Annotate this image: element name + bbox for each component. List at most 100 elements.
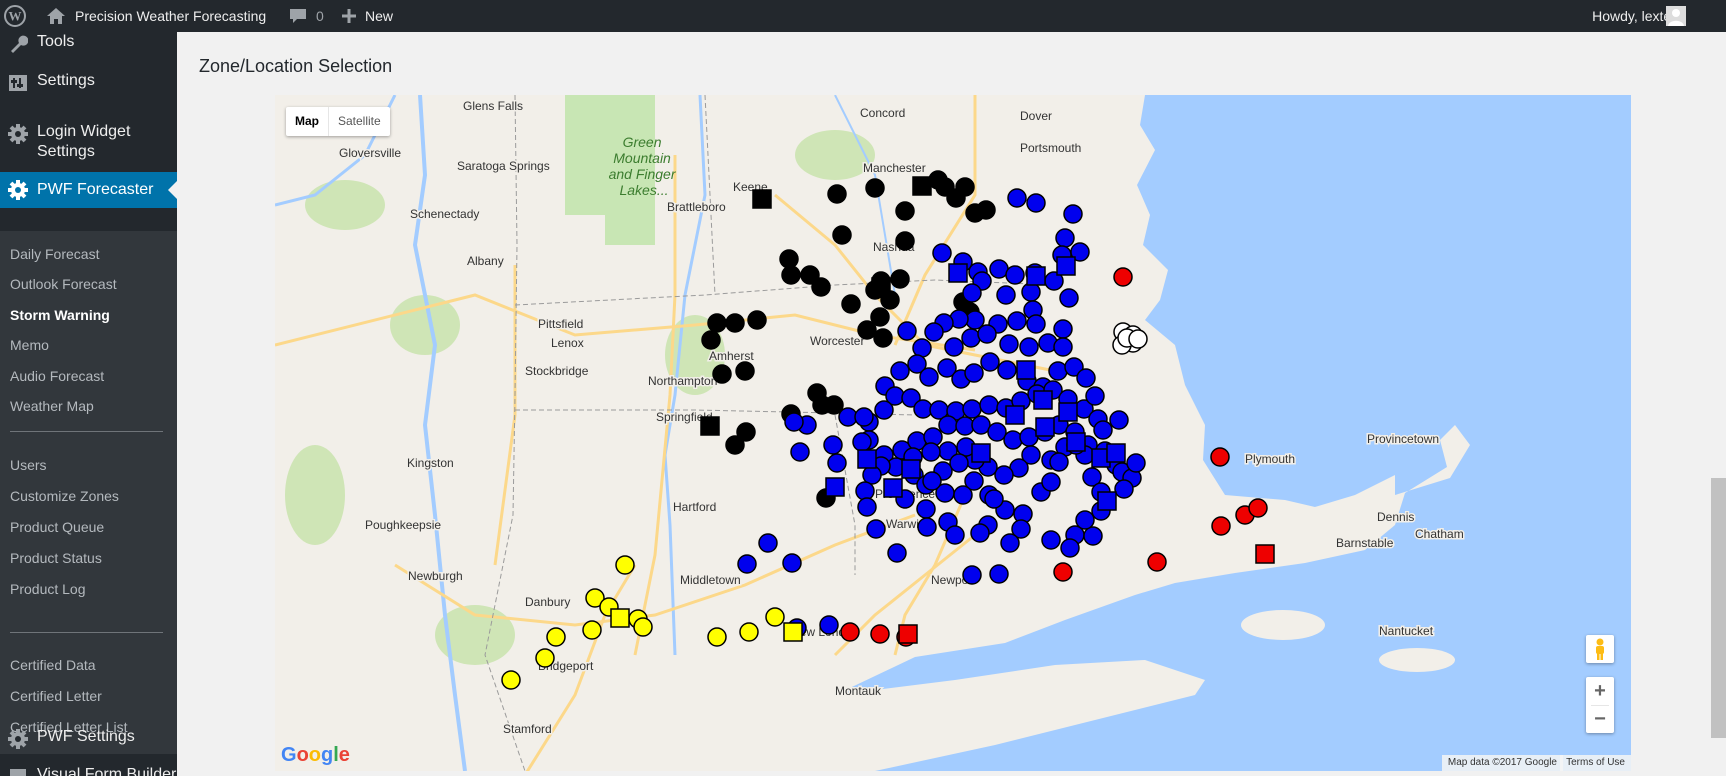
zoom-out-button[interactable]: − — [1594, 706, 1606, 733]
blue-zone-marker[interactable] — [984, 489, 1004, 509]
black-zone-marker[interactable] — [912, 176, 932, 196]
submenu-daily-forecast[interactable]: Daily Forecast — [10, 245, 99, 263]
red-zone-marker[interactable] — [898, 624, 918, 644]
black-zone-marker[interactable] — [873, 328, 893, 348]
map-type-map-button[interactable]: Map — [286, 107, 328, 136]
black-zone-marker[interactable] — [712, 364, 732, 384]
black-zone-marker[interactable] — [707, 313, 727, 333]
blue-zone-marker[interactable] — [980, 352, 1000, 372]
black-zone-marker[interactable] — [946, 188, 966, 208]
blue-zone-marker[interactable] — [989, 564, 1009, 584]
red-zone-marker[interactable] — [1255, 544, 1275, 564]
menu-login-widget[interactable]: Login Widget Settings — [0, 122, 177, 166]
blue-zone-marker[interactable] — [999, 334, 1019, 354]
red-zone-marker[interactable] — [840, 622, 860, 642]
black-zone-marker[interactable] — [701, 330, 721, 350]
blue-zone-marker[interactable] — [1041, 530, 1061, 550]
blue-zone-marker[interactable] — [825, 477, 845, 497]
blue-zone-marker[interactable] — [1059, 288, 1079, 308]
black-zone-marker[interactable] — [700, 416, 720, 436]
yellow-zone-marker[interactable] — [783, 622, 803, 642]
blue-zone-marker[interactable] — [1035, 417, 1055, 437]
blue-zone-marker[interactable] — [857, 449, 877, 469]
blue-zone-marker[interactable] — [1033, 390, 1053, 410]
black-zone-marker[interactable] — [827, 184, 847, 204]
blue-zone-marker[interactable] — [944, 337, 964, 357]
blue-zone-marker[interactable] — [964, 363, 984, 383]
blue-zone-marker[interactable] — [1109, 410, 1129, 430]
blue-zone-marker[interactable] — [1058, 402, 1078, 422]
black-zone-marker[interactable] — [747, 310, 767, 330]
blue-zone-marker[interactable] — [887, 543, 907, 563]
blue-zone-marker[interactable] — [827, 453, 847, 473]
black-zone-marker[interactable] — [811, 277, 831, 297]
blue-zone-marker[interactable] — [997, 360, 1017, 380]
blue-zone-marker[interactable] — [901, 459, 921, 479]
blue-zone-marker[interactable] — [1083, 526, 1103, 546]
red-zone-marker[interactable] — [1147, 552, 1167, 572]
zone-map[interactable]: Glens Falls Concord Dover Portsmouth Man… — [275, 95, 1631, 771]
yellow-zone-marker[interactable] — [582, 620, 602, 640]
blue-zone-marker[interactable] — [758, 533, 778, 553]
submenu-audio-forecast[interactable]: Audio Forecast — [10, 367, 104, 385]
blue-zone-marker[interactable] — [1003, 430, 1023, 450]
blue-zone-marker[interactable] — [1053, 337, 1073, 357]
blue-zone-marker[interactable] — [961, 328, 981, 348]
black-zone-marker[interactable] — [725, 313, 745, 333]
black-zone-marker[interactable] — [865, 178, 885, 198]
blue-zone-marker[interactable] — [1060, 538, 1080, 558]
blue-zone-marker[interactable] — [953, 485, 973, 505]
red-zone-marker[interactable] — [1113, 267, 1133, 287]
submenu-product-queue[interactable]: Product Queue — [10, 518, 104, 536]
blue-zone-marker[interactable] — [1026, 193, 1046, 213]
wordpress-logo-icon[interactable]: W — [4, 0, 26, 32]
yellow-zone-marker[interactable] — [633, 617, 653, 637]
blue-zone-marker[interactable] — [912, 338, 932, 358]
site-name-link[interactable]: Precision Weather Forecasting — [46, 0, 266, 32]
submenu-memo[interactable]: Memo — [10, 336, 49, 354]
submenu-certified-letter[interactable]: Certified Letter — [10, 687, 102, 705]
submenu-users[interactable]: Users — [10, 456, 47, 474]
menu-settings[interactable]: Settings — [0, 71, 177, 101]
black-zone-marker[interactable] — [832, 225, 852, 245]
menu-visual-form-builder[interactable]: Visual Form Builder — [0, 765, 177, 776]
blue-zone-marker[interactable] — [1048, 361, 1068, 381]
yellow-zone-marker[interactable] — [765, 607, 785, 627]
blue-zone-marker[interactable] — [1097, 491, 1117, 511]
blue-zone-marker[interactable] — [890, 361, 910, 381]
blue-zone-marker[interactable] — [1026, 314, 1046, 334]
yellow-zone-marker[interactable] — [707, 627, 727, 647]
blue-zone-marker[interactable] — [1063, 204, 1083, 224]
black-zone-marker[interactable] — [890, 269, 910, 289]
map-type-satellite-button[interactable]: Satellite — [328, 107, 390, 136]
terms-of-use-link[interactable]: Terms of Use — [1560, 755, 1631, 771]
black-zone-marker[interactable] — [976, 200, 996, 220]
blue-zone-marker[interactable] — [883, 478, 903, 498]
blue-zone-marker[interactable] — [852, 432, 872, 452]
yellow-zone-marker[interactable] — [739, 622, 759, 642]
blue-zone-marker[interactable] — [949, 453, 969, 473]
red-zone-marker[interactable] — [1210, 447, 1230, 467]
blue-zone-marker[interactable] — [948, 263, 968, 283]
scrollbar-thumb[interactable] — [1711, 478, 1726, 738]
black-zone-marker[interactable] — [857, 320, 877, 340]
black-zone-marker[interactable] — [895, 201, 915, 221]
blue-zone-marker[interactable] — [994, 465, 1014, 485]
blue-zone-marker[interactable] — [857, 497, 877, 517]
submenu-product-log[interactable]: Product Log — [10, 580, 86, 598]
new-content-link[interactable]: New — [341, 0, 393, 32]
comments-link[interactable]: 0 — [288, 0, 324, 32]
blue-zone-marker[interactable] — [1085, 386, 1105, 406]
submenu-certified-data[interactable]: Certified Data — [10, 656, 96, 674]
blue-zone-marker[interactable] — [1007, 188, 1027, 208]
blue-zone-marker[interactable] — [996, 285, 1016, 305]
blue-zone-marker[interactable] — [1041, 472, 1061, 492]
blue-zone-marker[interactable] — [979, 395, 999, 415]
blue-zone-marker[interactable] — [938, 415, 958, 435]
blue-zone-marker[interactable] — [819, 615, 839, 635]
black-zone-marker[interactable] — [871, 277, 891, 297]
blue-zone-marker[interactable] — [1005, 405, 1025, 425]
blue-zone-marker[interactable] — [737, 554, 757, 574]
black-zone-marker[interactable] — [779, 249, 799, 269]
blue-zone-marker[interactable] — [924, 322, 944, 342]
